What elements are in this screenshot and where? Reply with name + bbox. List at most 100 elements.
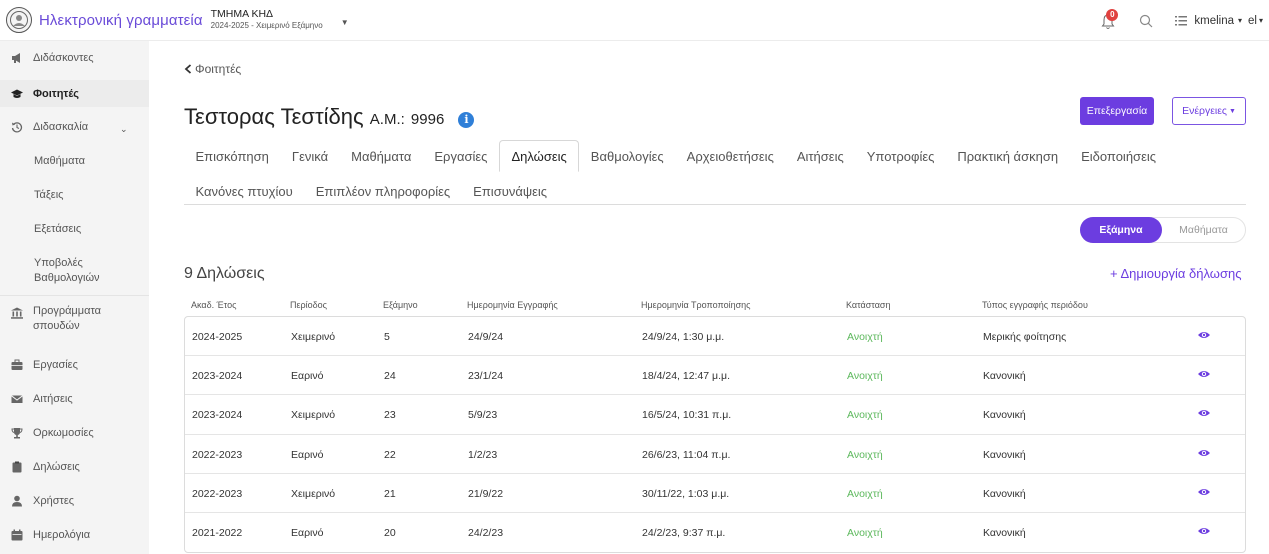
- create-registration-link[interactable]: + Δημιουργία δήλωσης: [1110, 266, 1241, 281]
- cell-period: Χειμερινό: [291, 409, 336, 422]
- tab-scholarships[interactable]: Υποτροφίες: [855, 140, 946, 172]
- column-header[interactable]: Ακαδ. Έτος: [191, 300, 236, 310]
- page-title: Τεστορας Τεστίδης Α.Μ.: 9996 i: [184, 104, 475, 130]
- chevron-down-icon[interactable]: ▾: [1259, 16, 1263, 25]
- sidebar-item-label: Χρήστες: [33, 495, 75, 507]
- cell-registration-date: 21/9/22: [468, 487, 504, 500]
- chevron-down-icon[interactable]: ▾: [1238, 16, 1242, 25]
- cell-registration-type: Κανονική: [983, 370, 1026, 383]
- cell-modified-date: 30/11/22, 1:03 μ.μ.: [642, 487, 730, 500]
- cell-registration-type: Κανονική: [983, 448, 1026, 461]
- sidebar-subitem-courses[interactable]: Μαθήματα: [34, 155, 85, 167]
- cell-semester: 23: [384, 409, 396, 422]
- tab-graduation-rules[interactable]: Κανόνες πτυχίου: [184, 175, 304, 207]
- language-selector[interactable]: el: [1248, 15, 1257, 27]
- tab-overview[interactable]: Επισκόπηση: [184, 140, 280, 172]
- registrations-count-title: 9 Δηλώσεις: [184, 265, 265, 282]
- table-row[interactable]: 2022-2023 Εαρινό 22 1/2/23 26/6/23, 11:0…: [185, 435, 1245, 474]
- graduation-cap-icon: [11, 88, 23, 100]
- sidebar-item-graduations[interactable]: Ορκωμοσίες: [0, 424, 149, 442]
- top-header: Ηλεκτρονική γραμματεία ΤΜΗΜΑ ΚΗΔ 2024-20…: [0, 0, 1269, 41]
- tab-additional-info[interactable]: Επιπλέον πληροφορίες: [304, 175, 461, 207]
- sidebar-item-requests[interactable]: Αιτήσεις: [0, 390, 149, 408]
- department-selector[interactable]: ΤΜΗΜΑ ΚΗΔ 2024-2025 - Χειμερινό Εξάμηνο: [210, 7, 323, 31]
- department-name: ΤΜΗΜΑ ΚΗΔ: [210, 7, 274, 20]
- university-logo[interactable]: [6, 7, 32, 33]
- tab-internship[interactable]: Πρακτική άσκηση: [946, 140, 1070, 172]
- cell-modified-date: 24/2/23, 9:37 π.μ.: [642, 526, 726, 539]
- info-icon[interactable]: i: [458, 111, 475, 128]
- tab-general[interactable]: Γενικά: [280, 140, 339, 172]
- sidebar-item-users[interactable]: Χρήστες: [0, 492, 149, 510]
- sidebar-item-label: Φοιτητές: [33, 87, 80, 100]
- cell-semester: 20: [384, 526, 396, 539]
- list-icon[interactable]: [1175, 15, 1188, 27]
- sidebar-item-assignments[interactable]: Εργασίες: [0, 356, 149, 374]
- column-header[interactable]: Ημερομηνία Τροποποίησης: [641, 300, 751, 310]
- table-row[interactable]: 2023-2024 Χειμερινό 23 5/9/23 16/5/24, 1…: [185, 395, 1245, 435]
- table-row[interactable]: 2021-2022 Εαρινό 20 24/2/23 24/2/23, 9:3…: [185, 513, 1245, 552]
- toggle-courses[interactable]: Μαθήματα: [1162, 224, 1245, 236]
- column-header[interactable]: Περίοδος: [290, 300, 327, 310]
- search-icon[interactable]: [1139, 14, 1153, 28]
- cell-modified-date: 18/4/24, 12:47 μ.μ.: [642, 370, 730, 383]
- sidebar-item-study-programs[interactable]: Προγράμματα σπουδών: [0, 304, 149, 338]
- sidebar-subitem-grade-submissions[interactable]: Υποβολές Βαθμολογιών: [34, 256, 134, 286]
- sidebar-subitem-exams[interactable]: Εξετάσεις: [34, 223, 81, 235]
- column-header[interactable]: Τύπος εγγραφής περιόδου: [982, 300, 1088, 310]
- eye-icon[interactable]: [1197, 330, 1211, 340]
- column-header[interactable]: Ημερομηνία Εγγραφής: [467, 300, 558, 310]
- sidebar-subitem-classes[interactable]: Τάξεις: [34, 189, 63, 201]
- history-icon: [11, 121, 23, 133]
- table-row[interactable]: 2024-2025 Χειμερινό 5 24/9/24 24/9/24, 1…: [185, 317, 1245, 357]
- eye-icon[interactable]: [1197, 369, 1211, 379]
- tab-notifications[interactable]: Ειδοποιήσεις: [1070, 140, 1168, 172]
- table-row[interactable]: 2022-2023 Χειμερινό 21 21/9/22 30/11/22,…: [185, 474, 1245, 513]
- sidebar-item-registrations[interactable]: Δηλώσεις: [0, 458, 149, 476]
- toggle-semesters[interactable]: Εξάμηνα: [1080, 217, 1162, 243]
- tab-archives[interactable]: Αρχειοθετήσεις: [675, 140, 785, 172]
- tab-courses[interactable]: Μαθήματα: [340, 140, 423, 172]
- eye-icon[interactable]: [1197, 487, 1211, 497]
- cell-registration-type: Κανονική: [983, 526, 1026, 539]
- actions-dropdown-button[interactable]: Ενέργειες ▼: [1172, 97, 1246, 125]
- tab-bar-row-2: Κανόνες πτυχίου Επιπλέον πληροφορίες Επι…: [184, 175, 559, 207]
- sidebar: Διδάσκοντες Φοιτητές Διδασκαλία ⌄ Μαθήμα…: [0, 41, 149, 554]
- student-id-label: Α.Μ.:: [369, 111, 405, 128]
- sidebar-item-label: Προγράμματα σπουδών: [33, 305, 102, 332]
- notifications-button[interactable]: 0: [1101, 8, 1119, 30]
- sidebar-item-label: Διδάσκοντες: [33, 52, 94, 64]
- cell-year: 2023-2024: [192, 370, 243, 383]
- seal-icon: [10, 11, 28, 29]
- caret-down-icon[interactable]: ▼: [341, 18, 349, 27]
- table-row[interactable]: 2023-2024 Εαρινό 24 23/1/24 18/4/24, 12:…: [185, 356, 1245, 396]
- tab-requests[interactable]: Αιτήσεις: [785, 140, 855, 172]
- eye-icon[interactable]: [1197, 448, 1211, 458]
- eye-icon[interactable]: [1197, 526, 1211, 536]
- user-menu[interactable]: kmelina: [1194, 15, 1234, 27]
- cell-semester: 22: [384, 448, 396, 461]
- cell-registration-date: 1/2/23: [468, 448, 498, 461]
- sidebar-item-students[interactable]: Φοιτητές: [0, 80, 149, 107]
- eye-icon[interactable]: [1197, 408, 1211, 418]
- notification-count-badge: 0: [1106, 8, 1119, 21]
- tab-attachments[interactable]: Επισυνάψεις: [462, 175, 559, 207]
- back-to-students-link[interactable]: Φοιτητές: [184, 62, 241, 76]
- cell-status: Ανοιχτή: [847, 487, 883, 500]
- cell-semester: 21: [384, 487, 396, 500]
- sidebar-divider: [0, 295, 149, 296]
- chevron-down-icon[interactable]: ⌄: [120, 124, 128, 135]
- edit-button[interactable]: Επεξεργασία: [1080, 97, 1154, 125]
- column-header[interactable]: Κατάσταση: [846, 300, 890, 310]
- trophy-icon: [11, 427, 23, 439]
- cell-status: Ανοιχτή: [847, 526, 883, 539]
- app-title[interactable]: Ηλεκτρονική γραμματεία: [39, 12, 203, 29]
- tab-grades[interactable]: Βαθμολογίες: [579, 140, 675, 172]
- tab-assignments[interactable]: Εργασίες: [423, 140, 499, 172]
- tab-registrations[interactable]: Δηλώσεις: [498, 140, 580, 172]
- column-header[interactable]: Εξάμηνο: [383, 300, 418, 310]
- tab-bar-row-1: Επισκόπηση Γενικά Μαθήματα Εργασίες Δηλώ…: [184, 140, 1168, 172]
- sidebar-item-instructors[interactable]: Διδάσκοντες: [0, 49, 149, 67]
- sidebar-item-calendars[interactable]: Ημερολόγια: [0, 526, 149, 544]
- chevron-left-icon: [184, 64, 192, 74]
